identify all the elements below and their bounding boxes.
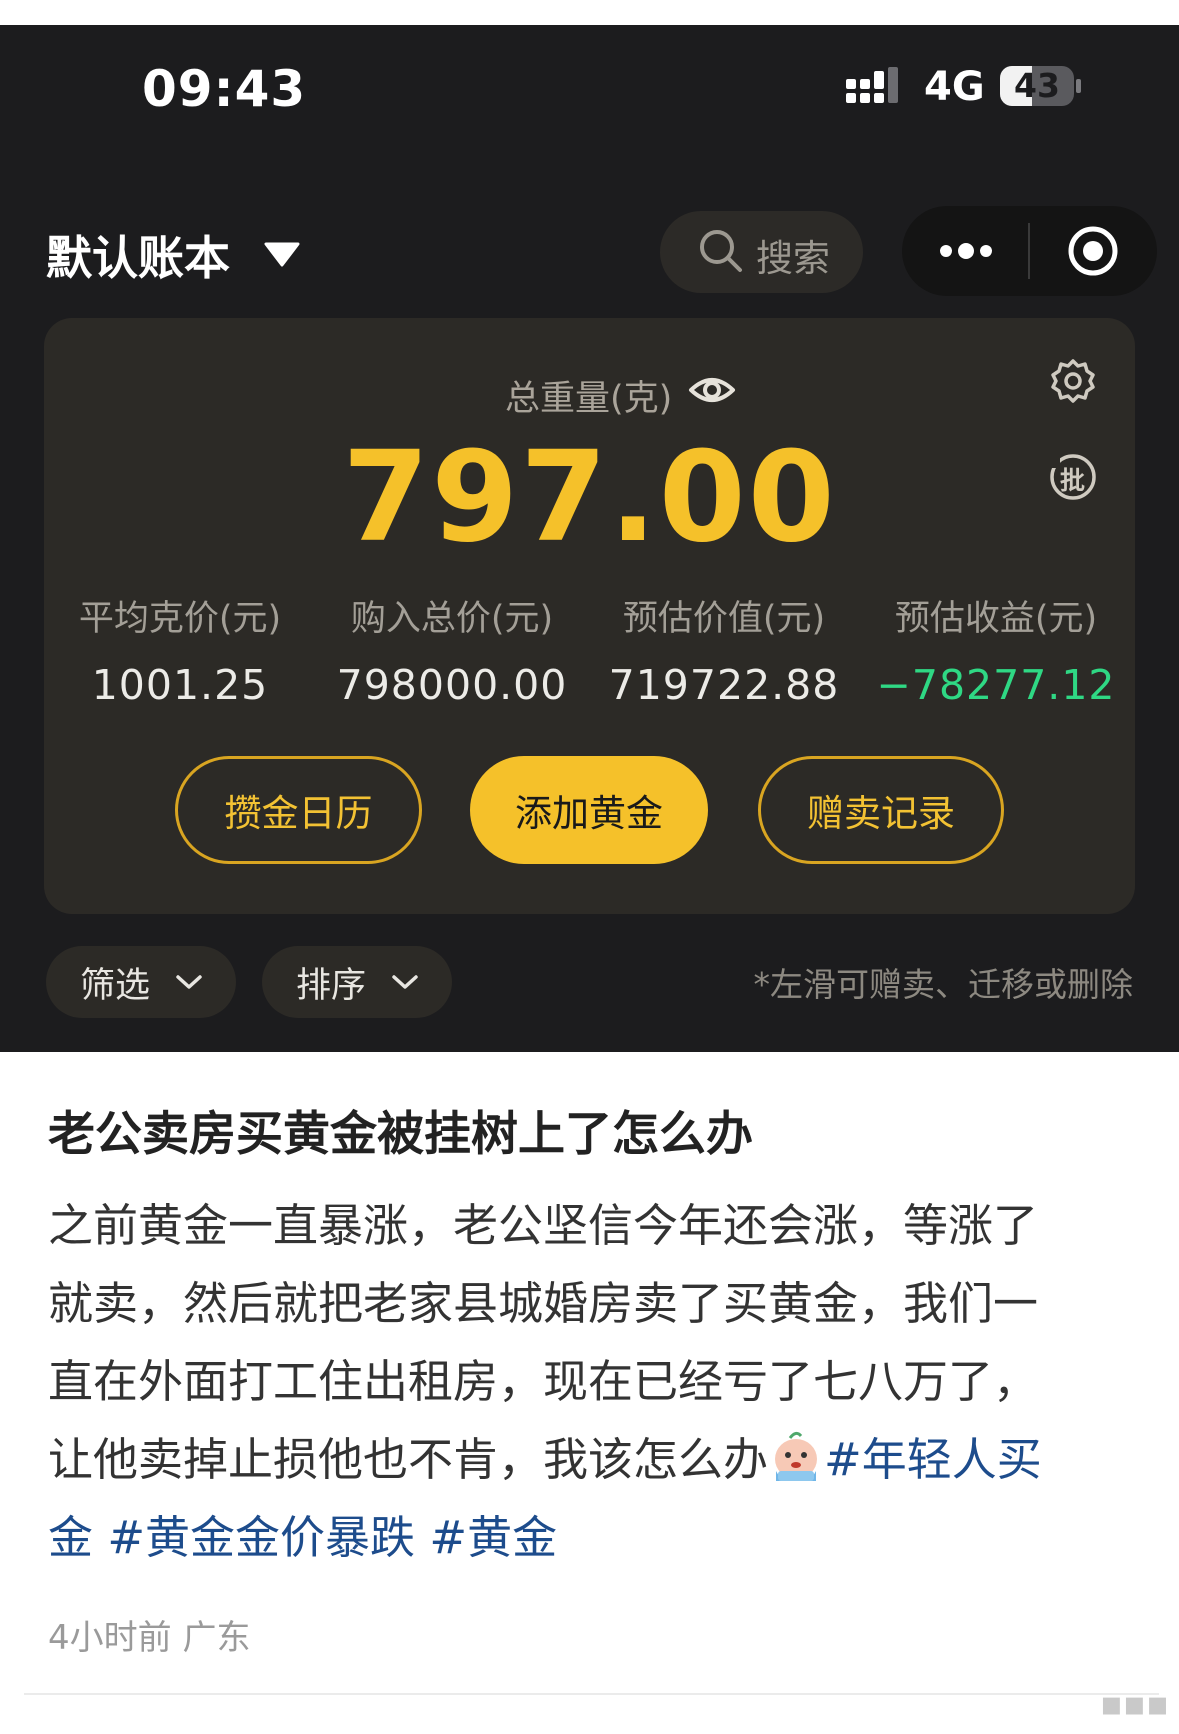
crying-emoji-icon bbox=[775, 1431, 818, 1481]
post-line: 让他卖掉止损他也不肯，我该怎么办 bbox=[48, 1433, 769, 1486]
calendar-button[interactable]: 攒金日历 bbox=[175, 756, 422, 864]
more-icon[interactable] bbox=[936, 238, 996, 264]
divider bbox=[24, 1693, 1159, 1695]
search-placeholder: 搜索 bbox=[756, 237, 830, 280]
target-icon[interactable] bbox=[1066, 224, 1120, 278]
stat-total-cost: 购入总价(元) 798000.00 bbox=[316, 590, 588, 709]
watermark: ▪▪▪ bbox=[1099, 1684, 1169, 1724]
hashtag-link[interactable]: #黄金金价暴跌 bbox=[107, 1511, 415, 1564]
hashtag-link[interactable]: #黄金 bbox=[429, 1511, 557, 1564]
hashtag-link[interactable]: 金 bbox=[48, 1511, 93, 1564]
battery-level: 43 bbox=[1014, 66, 1060, 105]
stat-value: 1001.25 bbox=[91, 661, 269, 709]
filter-label: 筛选 bbox=[79, 965, 150, 1006]
account-book-selector[interactable]: 默认账本 bbox=[46, 222, 230, 288]
network-type: 4G bbox=[924, 64, 985, 110]
total-weight-value: 797.00 bbox=[342, 425, 837, 570]
caret-down-icon[interactable] bbox=[264, 241, 300, 267]
sort-label: 排序 bbox=[295, 965, 366, 1006]
stat-estimated-profit: 预估收益(元) −78277.12 bbox=[860, 590, 1132, 709]
swipe-hint: *左滑可赠卖、迁移或删除 bbox=[753, 965, 1134, 1004]
stat-value: 798000.00 bbox=[336, 661, 568, 709]
gear-icon[interactable] bbox=[1050, 358, 1096, 404]
status-time: 09:43 bbox=[142, 60, 307, 118]
stat-value: −78277.12 bbox=[876, 661, 1116, 709]
post-line-with-tag: 让他卖掉止损他也不肯，我该怎么办 #年轻人买 bbox=[48, 1421, 1158, 1499]
post-title: 老公卖房买黄金被挂树上了怎么办 bbox=[48, 1107, 753, 1162]
chevron-down-icon bbox=[176, 975, 202, 989]
total-weight-label: 总重量(克) bbox=[505, 379, 673, 419]
records-button[interactable]: 赠卖记录 bbox=[758, 756, 1004, 864]
post-body: 之前黄金一直暴涨，老公坚信今年还会涨，等涨了 就卖，然后就把老家县城婚房卖了买黄… bbox=[48, 1187, 1158, 1577]
post-tags-line: 金 #黄金金价暴跌 #黄金 bbox=[48, 1499, 1158, 1577]
stat-label: 预估收益(元) bbox=[894, 599, 1098, 639]
stat-avg-price: 平均克价(元) 1001.25 bbox=[44, 590, 316, 709]
post-line: 就卖，然后就把老家县城婚房卖了买黄金，我们一 bbox=[48, 1277, 1039, 1330]
search-icon bbox=[700, 230, 742, 272]
filter-dropdown[interactable]: 筛选 bbox=[46, 946, 236, 1018]
stat-label: 平均克价(元) bbox=[78, 599, 282, 639]
battery-icon: 43 bbox=[1000, 66, 1082, 108]
hashtag-link[interactable]: #年轻人买 bbox=[824, 1433, 1042, 1486]
stat-label: 预估价值(元) bbox=[622, 599, 826, 639]
post-line: 之前黄金一直暴涨，老公坚信今年还会涨，等涨了 bbox=[48, 1199, 1039, 1252]
sort-dropdown[interactable]: 排序 bbox=[262, 946, 452, 1018]
chevron-down-icon bbox=[392, 975, 418, 989]
post-meta: 4小时前 广东 bbox=[48, 1618, 251, 1658]
add-gold-button[interactable]: 添加黄金 bbox=[470, 756, 708, 864]
signal-icon bbox=[846, 67, 898, 103]
eye-icon[interactable] bbox=[688, 370, 736, 410]
stat-value: 719722.88 bbox=[608, 661, 840, 709]
stat-estimated-value: 预估价值(元) 719722.88 bbox=[588, 590, 860, 709]
stat-label: 购入总价(元) bbox=[350, 599, 554, 639]
capsule-divider bbox=[1028, 223, 1030, 279]
post-line: 直在外面打工住出租房，现在已经亏了七八万了， bbox=[48, 1355, 1039, 1408]
